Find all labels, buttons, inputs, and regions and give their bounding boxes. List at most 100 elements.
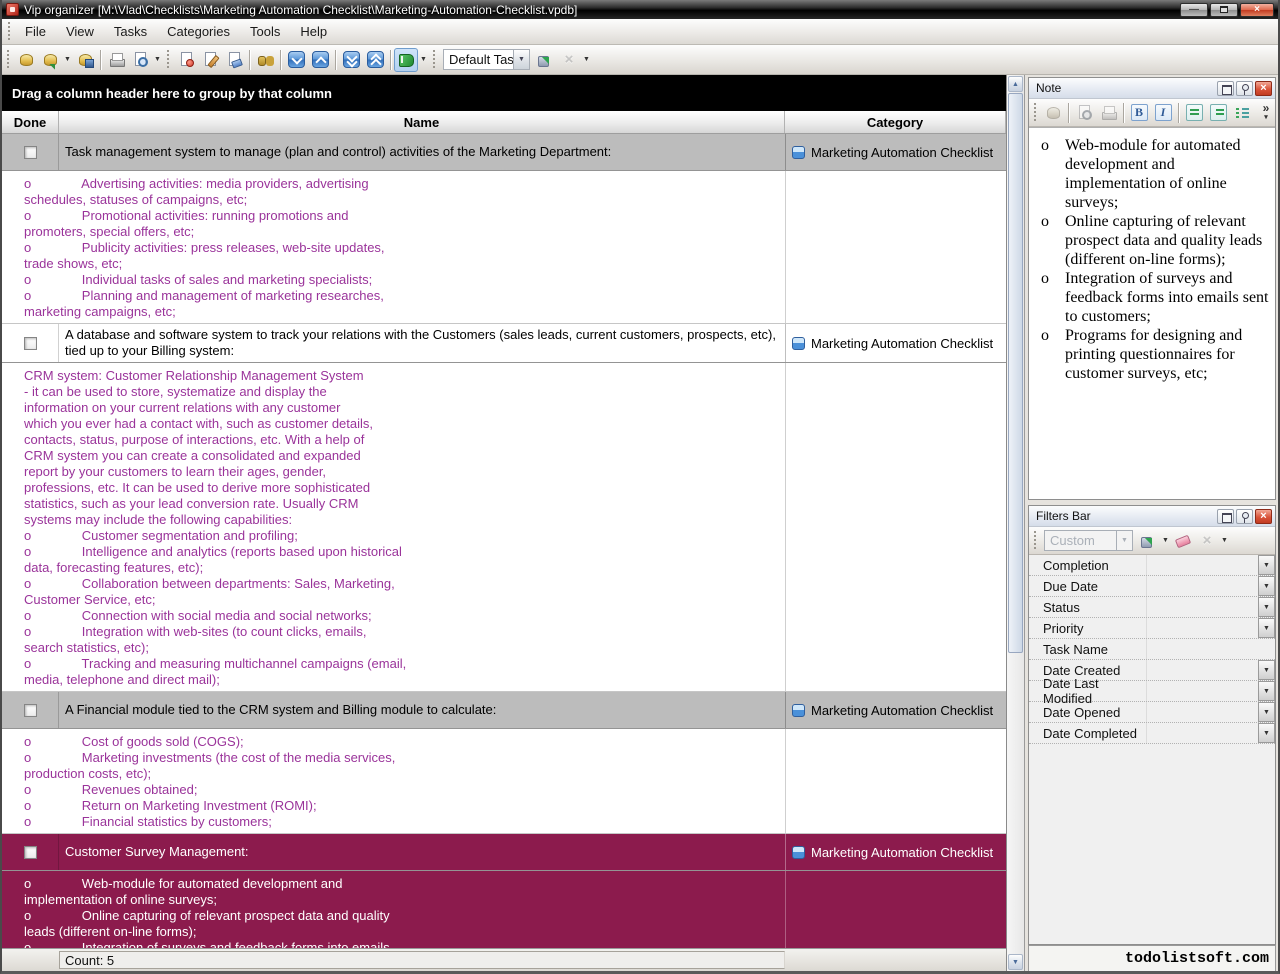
filters-panel: Filters Bar Custom▼▼▼ Completion▼Due Dat… [1028, 505, 1276, 945]
apply-filter-button[interactable] [1136, 529, 1160, 553]
filter-dropdown-button[interactable]: ▼ [1258, 723, 1275, 743]
menu-view[interactable]: View [56, 20, 104, 43]
vertical-scrollbar[interactable]: ▲ ▼ [1007, 75, 1025, 971]
edit-task-button[interactable] [198, 48, 222, 72]
apply-note-button[interactable] [1041, 101, 1065, 125]
bullet-marker: o [1041, 136, 1065, 212]
filter-dropdown-button[interactable]: ▼ [1258, 660, 1275, 680]
note-print-button[interactable] [1096, 101, 1120, 125]
task-checkbox[interactable] [24, 704, 37, 717]
note-line: production costs, etc); [24, 766, 1006, 782]
task-row[interactable]: Task management system to manage (plan a… [2, 134, 1006, 171]
task-notes: CRM system: Customer Relationship Manage… [2, 363, 1006, 692]
erase-filter-button[interactable] [1171, 529, 1195, 553]
task-category-cell: Marketing Automation Checklist [785, 134, 1006, 170]
filter-value-field[interactable] [1147, 576, 1258, 596]
move-to-bottom-button[interactable] [339, 48, 363, 72]
task-row[interactable]: A database and software system to track … [2, 324, 1006, 363]
delete-task-button[interactable] [222, 48, 246, 72]
menu-tasks[interactable]: Tasks [104, 20, 157, 43]
task-type-value: Default Task [443, 49, 513, 70]
filters-restore-button[interactable] [1217, 509, 1234, 524]
toolbar-options-dropdown[interactable]: ▼ [581, 49, 592, 71]
scroll-up-arrow[interactable]: ▲ [1008, 76, 1023, 92]
task-type-combobox[interactable]: Default Task▼ [443, 49, 530, 70]
filter-dropdown-button[interactable]: ▼ [1258, 597, 1275, 617]
apply-note-icon [1045, 104, 1062, 121]
task-checkbox[interactable] [24, 337, 37, 350]
scroll-down-arrow[interactable]: ▼ [1008, 954, 1023, 970]
filter-dropdown-button[interactable]: ▼ [1258, 681, 1275, 701]
print-button[interactable] [104, 48, 128, 72]
menu-categories[interactable]: Categories [157, 20, 240, 43]
task-checkbox[interactable] [24, 846, 37, 859]
restore-button[interactable] [1210, 3, 1238, 17]
italic-button[interactable] [1151, 101, 1175, 125]
filter-dropdown-button[interactable]: ▼ [1258, 555, 1275, 575]
move-to-top-button[interactable] [363, 48, 387, 72]
bullet-list-button[interactable] [1230, 101, 1254, 125]
align-left-button[interactable] [1182, 101, 1206, 125]
filter-value-field[interactable] [1147, 618, 1258, 638]
filters-close-button[interactable] [1255, 509, 1272, 524]
task-row[interactable]: Customer Survey Management:Marketing Aut… [2, 834, 1006, 871]
close-button[interactable]: × [1240, 3, 1274, 17]
task-checkbox[interactable] [24, 146, 37, 159]
column-header-done[interactable]: Done [2, 111, 59, 133]
note-toolbar-overflow[interactable]: »▾ [1259, 104, 1273, 122]
print-preview-button[interactable] [128, 48, 152, 72]
save-database-button[interactable] [73, 48, 97, 72]
filter-dropdown-button[interactable]: ▼ [1258, 576, 1275, 596]
note-line: search statistics, etc); [24, 640, 1006, 656]
clear-task-type-button[interactable] [557, 48, 581, 72]
bold-button[interactable] [1127, 101, 1151, 125]
filter-value-field[interactable] [1147, 660, 1258, 680]
apply-filter-menu-dropdown[interactable]: ▼ [1160, 530, 1171, 552]
filters-options-dropdown[interactable]: ▼ [1219, 530, 1230, 552]
open-database-button[interactable] [38, 48, 62, 72]
filter-dropdown-button[interactable]: ▼ [1258, 618, 1275, 638]
move-down-icon [288, 51, 305, 68]
menu-tools[interactable]: Tools [240, 20, 290, 43]
move-up-button[interactable] [308, 48, 332, 72]
move-down-button[interactable] [284, 48, 308, 72]
open-database-menu-dropdown[interactable]: ▼ [62, 49, 73, 71]
notebook-view-button[interactable] [394, 48, 418, 72]
task-row[interactable]: A Financial module tied to the CRM syste… [2, 692, 1006, 729]
note-pin-button[interactable] [1236, 81, 1253, 96]
note-content[interactable]: oWeb-module for automated development an… [1029, 127, 1275, 499]
find-button[interactable] [253, 48, 277, 72]
filter-value-field[interactable] [1147, 702, 1258, 722]
bullet-text: Integration of surveys and feedback form… [1065, 269, 1271, 326]
filter-preset-dropdown-button[interactable]: ▼ [1116, 530, 1133, 551]
note-restore-button[interactable] [1217, 81, 1234, 96]
column-header-category[interactable]: Category [785, 111, 1006, 133]
filter-value-field[interactable] [1147, 597, 1258, 617]
filters-pin-button[interactable] [1236, 509, 1253, 524]
filter-value-field[interactable] [1147, 555, 1258, 575]
column-header-name[interactable]: Name [59, 111, 785, 133]
new-database-button[interactable] [14, 48, 38, 72]
apply-task-type-button[interactable] [533, 48, 557, 72]
align-right-button[interactable] [1206, 101, 1230, 125]
scroll-thumb[interactable] [1008, 93, 1023, 653]
filter-preset-combobox[interactable]: Custom▼ [1044, 530, 1133, 551]
print-preview-menu-dropdown[interactable]: ▼ [152, 49, 163, 71]
note-line: Customer Service, etc; [24, 592, 1006, 608]
note-close-button[interactable] [1255, 81, 1272, 96]
delete-filter-button[interactable] [1195, 529, 1219, 553]
notebook-view-menu-dropdown[interactable]: ▼ [418, 49, 429, 71]
group-by-bar[interactable]: Drag a column header here to group by th… [2, 75, 1006, 111]
menu-help[interactable]: Help [290, 20, 337, 43]
new-task-button[interactable] [174, 48, 198, 72]
filter-dropdown-button[interactable]: ▼ [1258, 702, 1275, 722]
task-type-dropdown-button[interactable]: ▼ [513, 49, 530, 70]
filter-value-field[interactable] [1147, 681, 1258, 701]
window-controls: — × [1180, 3, 1274, 17]
filter-value-field[interactable] [1147, 723, 1258, 743]
filter-row-date-opened: Date Opened▼ [1029, 702, 1275, 723]
minimize-button[interactable]: — [1180, 3, 1208, 17]
filter-value-field[interactable] [1147, 639, 1275, 659]
note-print-preview-button[interactable] [1072, 101, 1096, 125]
menu-file[interactable]: File [15, 20, 56, 43]
